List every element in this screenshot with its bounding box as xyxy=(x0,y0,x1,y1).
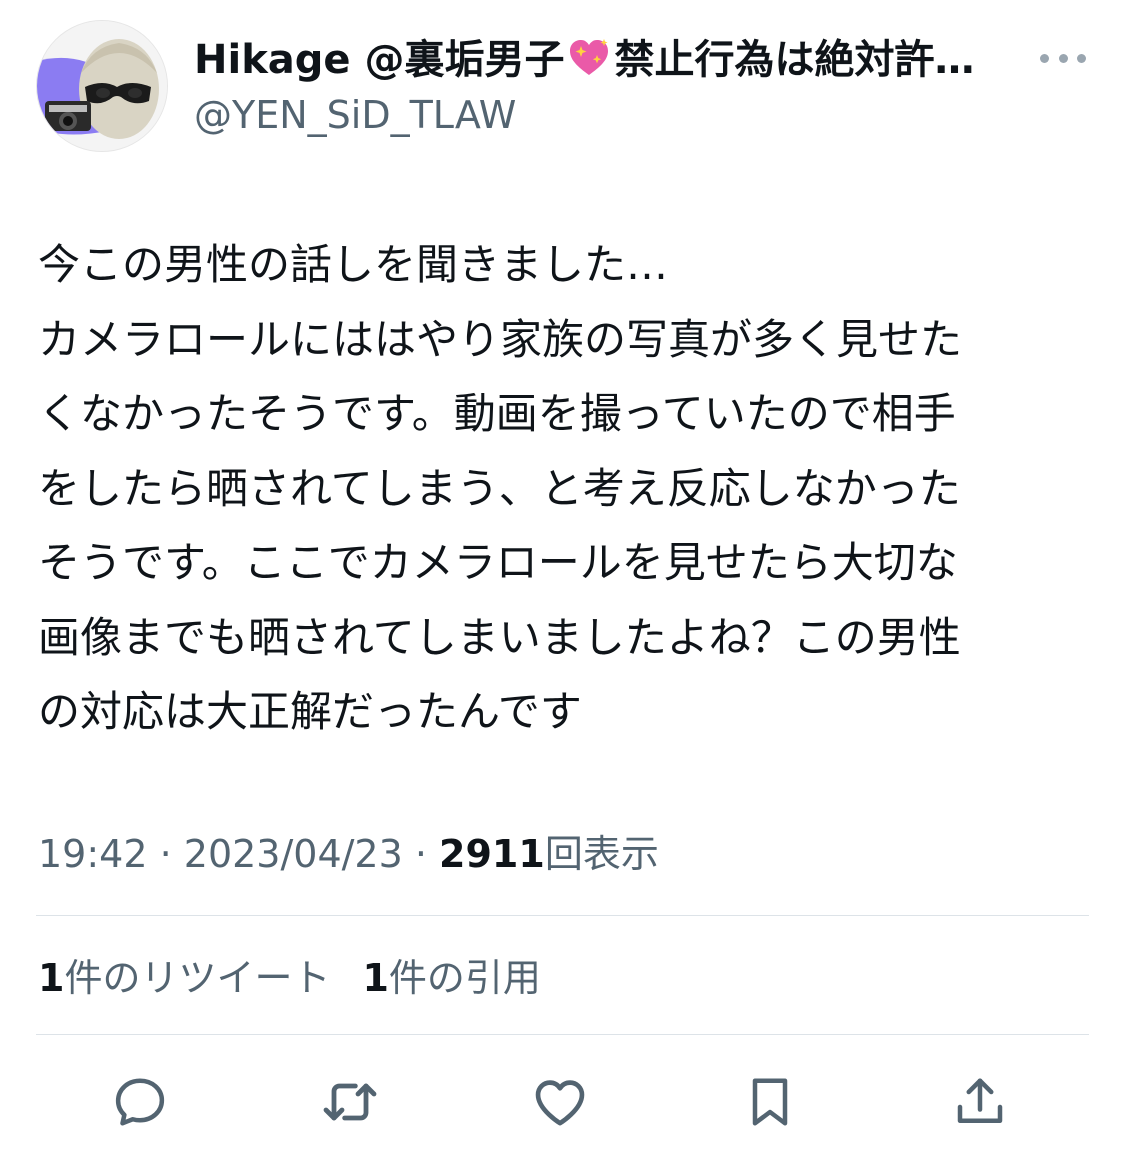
more-icon-dot xyxy=(1058,53,1068,63)
retweets-label: 件のリツイート xyxy=(64,956,331,1000)
author-name-suffix: 禁止行為は絶対許… xyxy=(614,37,975,83)
quotes-stat[interactable]: 1件の引用 xyxy=(362,956,540,1000)
retweets-stat[interactable]: 1件のリツイート xyxy=(38,956,330,1000)
like-icon xyxy=(535,1080,585,1126)
divider xyxy=(36,1034,1089,1035)
views-count: 2911 xyxy=(439,832,545,876)
tweet-text: 今この男性の話しを聞きました… カメラロールにははやり家族の写真が多く見せた く… xyxy=(38,240,963,736)
quotes-count: 1 xyxy=(362,956,389,1000)
views-label: 回表示 xyxy=(544,832,659,876)
author-name[interactable]: Hikage @裏垢男子 禁止行為は絶対許… xyxy=(194,32,994,88)
reply-icon xyxy=(115,1078,165,1126)
bookmark-icon xyxy=(752,1078,788,1126)
tweet-date[interactable]: 2023/04/23 xyxy=(184,832,403,876)
share-button[interactable] xyxy=(948,1070,1012,1134)
meta-separator: · xyxy=(402,832,440,876)
divider xyxy=(36,915,1089,916)
more-icon-dot xyxy=(1077,53,1086,63)
like-button[interactable] xyxy=(528,1070,592,1134)
reply-button[interactable] xyxy=(108,1070,172,1134)
retweet-icon xyxy=(323,1083,377,1121)
retweet-button[interactable] xyxy=(318,1070,382,1134)
author-handle[interactable]: @YEN_SiD_TLAW xyxy=(194,90,516,140)
tweet-meta: 19:42 · 2023/04/23 · 2911回表示 xyxy=(38,826,659,882)
more-icon xyxy=(1040,53,1049,63)
author-name-text: Hikage @裏垢男子 xyxy=(194,37,565,83)
bookmark-button[interactable] xyxy=(738,1070,802,1134)
meta-separator: · xyxy=(147,832,184,876)
sparkling-heart-icon xyxy=(570,39,609,75)
engagement-stats: 1件のリツイート 1件の引用 xyxy=(38,950,541,1006)
avatar[interactable] xyxy=(36,20,168,152)
share-icon xyxy=(957,1078,1003,1123)
more-button[interactable] xyxy=(1040,40,1086,76)
avatar-image xyxy=(37,21,167,151)
quotes-label: 件の引用 xyxy=(388,956,541,1000)
tweet-time[interactable]: 19:42 xyxy=(38,832,148,876)
retweets-count: 1 xyxy=(38,956,65,1000)
